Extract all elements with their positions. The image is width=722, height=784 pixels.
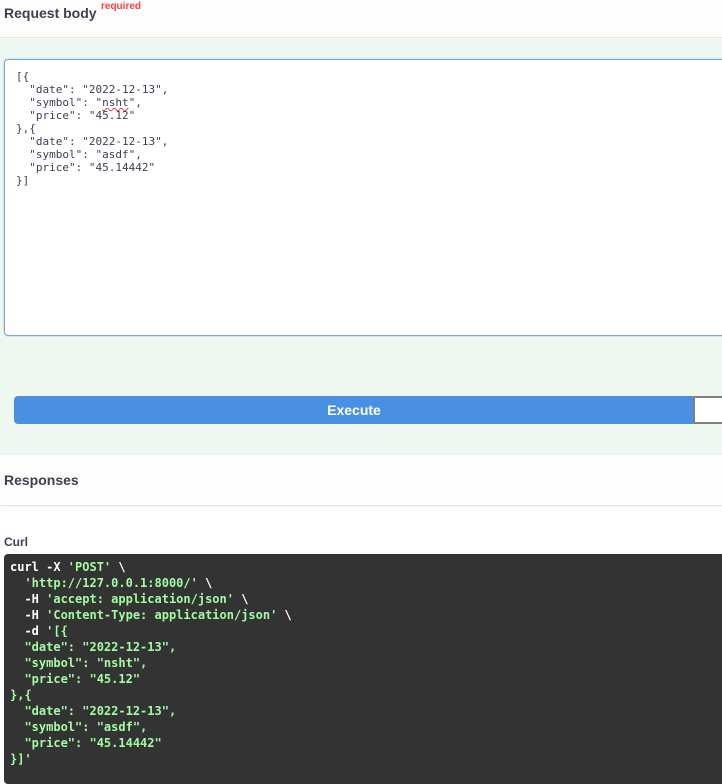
- curl-string: "symbol": "nsht",: [10, 656, 148, 670]
- curl-line: "symbol": "asdf",: [10, 720, 147, 734]
- curl-line: "symbol": "nsht",: [10, 656, 147, 670]
- execute-button[interactable]: Execute: [14, 396, 694, 424]
- request-body-editor[interactable]: [{ "date": "2022-12-13", "symbol": "nsht…: [4, 59, 722, 336]
- curl-string: 'accept: application/json': [46, 592, 234, 606]
- curl-string: }]': [10, 752, 32, 766]
- curl-line: "price": "45.12": [10, 672, 140, 686]
- curl-line: -d '[{: [10, 624, 68, 638]
- request-body-editor-text[interactable]: [{ "date": "2022-12-13", "symbol": "nsht…: [16, 70, 168, 187]
- request-body-header: Request body required: [0, 0, 722, 38]
- curl-code-block: curl -X 'POST' \ 'http://127.0.0.1:8000/…: [4, 554, 722, 784]
- curl-string: "symbol": "asdf",: [10, 720, 148, 734]
- curl-string: 'Content-Type: application/json': [46, 608, 278, 622]
- curl-string: '[{: [46, 624, 68, 638]
- responses-title: Responses: [4, 472, 79, 488]
- curl-line: "price": "45.14442": [10, 736, 162, 750]
- curl-string: "price": "45.12": [10, 672, 141, 686]
- curl-string: "date": "2022-12-13",: [10, 704, 177, 718]
- clear-button[interactable]: [693, 396, 722, 424]
- curl-string: 'http://127.0.0.1:8000/': [24, 576, 198, 590]
- curl-line: "date": "2022-12-13",: [10, 640, 176, 654]
- curl-line: curl -X 'POST' \: [10, 560, 126, 574]
- curl-line: -H 'accept: application/json' \: [10, 592, 249, 606]
- curl-line: "date": "2022-12-13",: [10, 704, 176, 718]
- curl-line: }]': [10, 752, 32, 766]
- curl-string: "date": "2022-12-13",: [10, 640, 177, 654]
- spellcheck-word: nsht: [102, 96, 129, 109]
- curl-label: Curl: [4, 535, 28, 549]
- curl-line: -H 'Content-Type: application/json' \: [10, 608, 292, 622]
- required-badge: required: [101, 1, 142, 12]
- curl-command: curl -X 'POST' \ 'http://127.0.0.1:8000/…: [10, 559, 292, 767]
- curl-string: },{: [10, 688, 32, 702]
- curl-string: 'POST': [67, 560, 112, 574]
- curl-line: 'http://127.0.0.1:8000/' \: [24, 576, 213, 590]
- curl-line: },{: [10, 688, 32, 702]
- request-body-title: Request body: [4, 5, 97, 21]
- responses-header: Responses: [0, 455, 722, 506]
- curl-string: "price": "45.14442": [10, 736, 162, 750]
